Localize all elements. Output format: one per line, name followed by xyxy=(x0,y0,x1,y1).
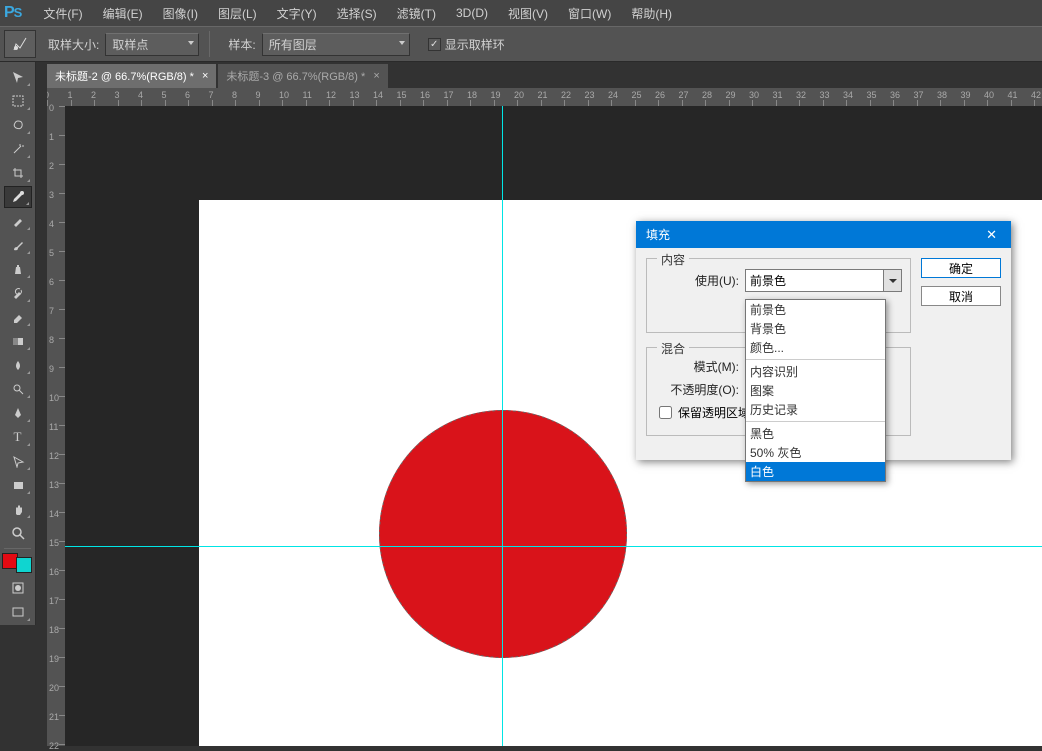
use-label: 使用(U): xyxy=(655,272,739,289)
show-ring-label: 显示取样环 xyxy=(445,36,505,53)
dropdown-item[interactable]: 图案 xyxy=(746,381,885,400)
sample-size-label: 取样大小: xyxy=(48,36,99,53)
horizontal-guide[interactable] xyxy=(65,546,1042,547)
ok-button[interactable]: 确定 xyxy=(921,258,1001,278)
menu-type[interactable]: 文字(Y) xyxy=(267,5,327,22)
blend-legend: 混合 xyxy=(657,340,689,357)
color-swatches[interactable] xyxy=(2,553,33,573)
menu-filter[interactable]: 滤镜(T) xyxy=(387,5,446,22)
type-tool[interactable]: T xyxy=(4,426,32,448)
divider xyxy=(209,31,210,57)
dropdown-item[interactable]: 黑色 xyxy=(746,424,885,443)
doc-tab-title: 未标题-2 @ 66.7%(RGB/8) * xyxy=(55,68,194,84)
content-legend: 内容 xyxy=(657,251,689,268)
gradient-tool[interactable] xyxy=(4,330,32,352)
dropdown-item[interactable]: 内容识别 xyxy=(746,362,885,381)
close-icon[interactable]: × xyxy=(373,70,379,82)
eyedropper-tool[interactable] xyxy=(4,186,32,208)
eraser-tool[interactable] xyxy=(4,306,32,328)
dropdown-item[interactable]: 背景色 xyxy=(746,319,885,338)
menu-select[interactable]: 选择(S) xyxy=(327,5,387,22)
menu-help[interactable]: 帮助(H) xyxy=(621,5,682,22)
horizontal-ruler[interactable]: 0123456789101112131415161718192021222324… xyxy=(47,88,1042,106)
dropdown-item[interactable]: 历史记录 xyxy=(746,400,885,419)
zoom-tool[interactable] xyxy=(4,522,32,544)
menu-bar: PS 文件(F) 编辑(E) 图像(I) 图层(L) 文字(Y) 选择(S) 滤… xyxy=(0,0,1042,26)
menu-window[interactable]: 窗口(W) xyxy=(558,5,621,22)
options-bar: 取样大小: 取样点 样本: 所有图层 ✓ 显示取样环 xyxy=(0,26,1042,62)
crop-tool[interactable] xyxy=(4,162,32,184)
chevron-down-icon[interactable] xyxy=(883,270,901,291)
opacity-label: 不透明度(O): xyxy=(655,381,739,398)
close-icon[interactable]: ✕ xyxy=(982,227,1001,243)
toolbox: T xyxy=(0,62,36,625)
lasso-tool[interactable] xyxy=(4,114,32,136)
show-ring-checkbox[interactable]: ✓ xyxy=(428,38,441,51)
menu-edit[interactable]: 编辑(E) xyxy=(93,5,153,22)
current-tool-indicator[interactable] xyxy=(4,30,36,58)
healing-brush-tool[interactable] xyxy=(4,210,32,232)
use-dropdown[interactable]: 前景色 xyxy=(745,269,902,292)
vertical-guide[interactable] xyxy=(502,106,503,746)
dropdown-item[interactable]: 白色 xyxy=(746,462,885,481)
dialog-title-text: 填充 xyxy=(646,226,670,243)
app-logo: PS xyxy=(4,4,21,22)
brush-tool[interactable] xyxy=(4,234,32,256)
menu-view[interactable]: 视图(V) xyxy=(498,5,558,22)
cancel-button[interactable]: 取消 xyxy=(921,286,1001,306)
sample-size-dropdown[interactable]: 取样点 xyxy=(105,33,199,56)
sample-layers-dropdown[interactable]: 所有图层 xyxy=(262,33,410,56)
close-icon[interactable]: × xyxy=(202,70,208,82)
vertical-ruler[interactable]: 012345678910111213141516171819202122 xyxy=(47,106,65,746)
menu-image[interactable]: 图像(I) xyxy=(153,5,208,22)
magic-wand-tool[interactable] xyxy=(4,138,32,160)
clone-stamp-tool[interactable] xyxy=(4,258,32,280)
doc-tab-title: 未标题-3 @ 66.7%(RGB/8) * xyxy=(226,68,365,84)
rectangle-tool[interactable] xyxy=(4,474,32,496)
mode-label: 模式(M): xyxy=(655,358,739,375)
selection-outline xyxy=(379,410,627,658)
dropdown-item[interactable]: 前景色 xyxy=(746,300,885,319)
doc-tab-2[interactable]: 未标题-3 @ 66.7%(RGB/8) * × xyxy=(218,64,387,88)
hand-tool[interactable] xyxy=(4,498,32,520)
pen-tool[interactable] xyxy=(4,402,32,424)
dodge-tool[interactable] xyxy=(4,378,32,400)
menu-file[interactable]: 文件(F) xyxy=(33,5,92,22)
preserve-transparency-label: 保留透明区域 xyxy=(678,404,750,421)
dialog-titlebar[interactable]: 填充 ✕ xyxy=(636,221,1011,248)
screen-mode-toggle[interactable] xyxy=(4,601,32,623)
marquee-tool[interactable] xyxy=(4,90,32,112)
menu-layer[interactable]: 图层(L) xyxy=(208,5,267,22)
dropdown-item[interactable]: 颜色... xyxy=(746,338,885,357)
doc-tab-1[interactable]: 未标题-2 @ 66.7%(RGB/8) * × xyxy=(47,64,216,88)
use-dropdown-list[interactable]: 前景色背景色颜色... 内容识别图案历史记录黑色50% 灰色白色 xyxy=(745,299,886,482)
blur-tool[interactable] xyxy=(4,354,32,376)
sample-label: 样本: xyxy=(228,36,255,53)
move-tool[interactable] xyxy=(4,66,32,88)
path-selection-tool[interactable] xyxy=(4,450,32,472)
document-tabs: 未标题-2 @ 66.7%(RGB/8) * × 未标题-3 @ 66.7%(R… xyxy=(47,64,1042,88)
history-brush-tool[interactable] xyxy=(4,282,32,304)
quick-mask-toggle[interactable] xyxy=(4,577,32,599)
background-color[interactable] xyxy=(16,557,32,573)
dropdown-item[interactable]: 50% 灰色 xyxy=(746,443,885,462)
menu-3d[interactable]: 3D(D) xyxy=(446,6,498,20)
preserve-transparency-checkbox[interactable] xyxy=(659,406,672,419)
